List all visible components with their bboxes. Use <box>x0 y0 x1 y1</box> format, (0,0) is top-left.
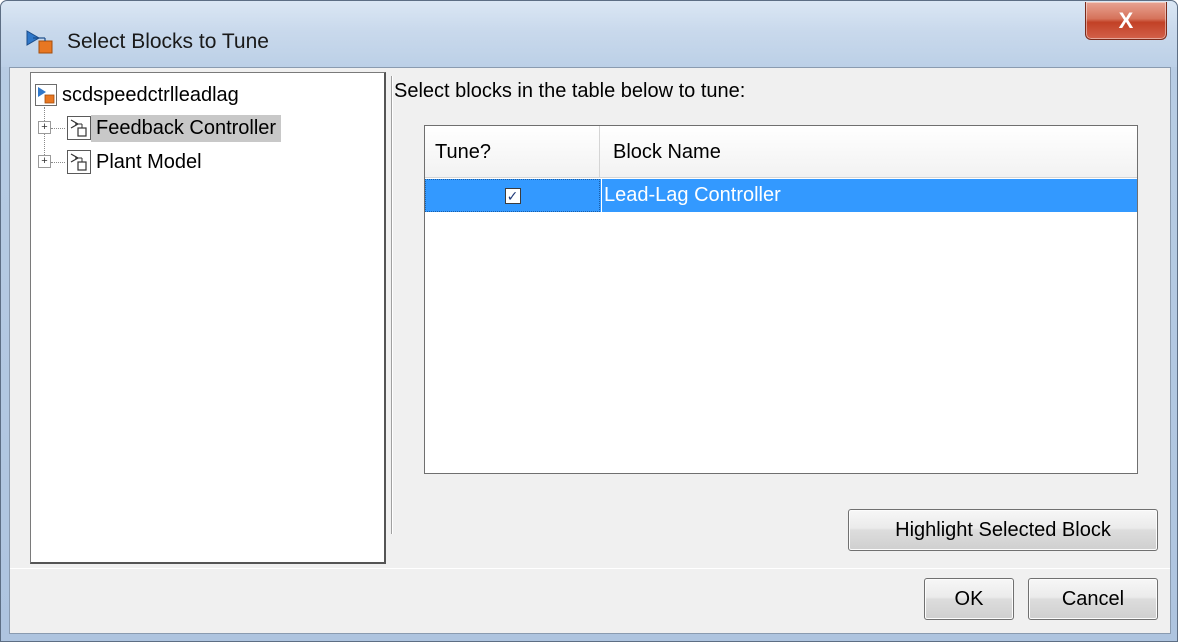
blocks-table: Tune? Block Name ✓ Lead-Lag Controller <box>424 125 1138 474</box>
tree-item-feedback-controller[interactable]: Feedback Controller <box>67 113 282 143</box>
highlight-selected-block-button[interactable]: Highlight Selected Block <box>848 509 1158 551</box>
dialog-client-area: scdspeedctrlleadlag + Feedback Controlle… <box>9 67 1171 634</box>
expand-toggle-icon[interactable]: + <box>38 121 51 134</box>
tune-cell[interactable]: ✓ <box>425 179 600 212</box>
ok-button[interactable]: OK <box>924 578 1014 620</box>
simulink-model-icon <box>35 84 57 106</box>
divider <box>10 568 1170 569</box>
plus-icon: + <box>41 155 48 167</box>
tree-item-root[interactable]: scdspeedctrlleadlag <box>35 80 244 110</box>
column-header-block-name[interactable]: Block Name <box>601 126 1137 178</box>
tree-connector <box>51 128 65 129</box>
window-title: Select Blocks to Tune <box>67 30 269 53</box>
simulink-model-icon <box>25 29 57 55</box>
tree-item-label: Feedback Controller <box>91 114 282 142</box>
column-header-tune[interactable]: Tune? <box>425 126 600 178</box>
tree-item-label: Plant Model <box>96 150 202 173</box>
subsystem-block-icon <box>67 116 91 140</box>
plus-icon: + <box>41 121 48 133</box>
table-row[interactable]: ✓ Lead-Lag Controller <box>425 179 1137 212</box>
block-name-cell[interactable]: Lead-Lag Controller <box>601 179 1137 212</box>
tree-item-plant-model[interactable]: Plant Model <box>67 147 207 177</box>
cancel-button[interactable]: Cancel <box>1028 578 1158 620</box>
subsystem-block-icon <box>67 150 91 174</box>
title-bar[interactable]: Select Blocks to Tune X <box>1 1 1177 67</box>
tune-checkbox[interactable]: ✓ <box>504 187 521 204</box>
tree-connector <box>51 162 65 163</box>
checkmark-icon: ✓ <box>506 187 519 204</box>
close-button[interactable]: X <box>1085 2 1167 40</box>
table-header: Tune? Block Name <box>425 126 1137 178</box>
tree-item-label: scdspeedctrlleadlag <box>62 83 239 106</box>
instruction-text: Select blocks in the table below to tune… <box>394 80 746 102</box>
block-tree[interactable]: scdspeedctrlleadlag + Feedback Controlle… <box>30 72 386 564</box>
expand-toggle-icon[interactable]: + <box>38 155 51 168</box>
dialog-window: Select Blocks to Tune X scdspeedctrllead… <box>0 0 1178 642</box>
close-icon: X <box>1118 7 1134 33</box>
panel-splitter[interactable] <box>391 76 393 534</box>
